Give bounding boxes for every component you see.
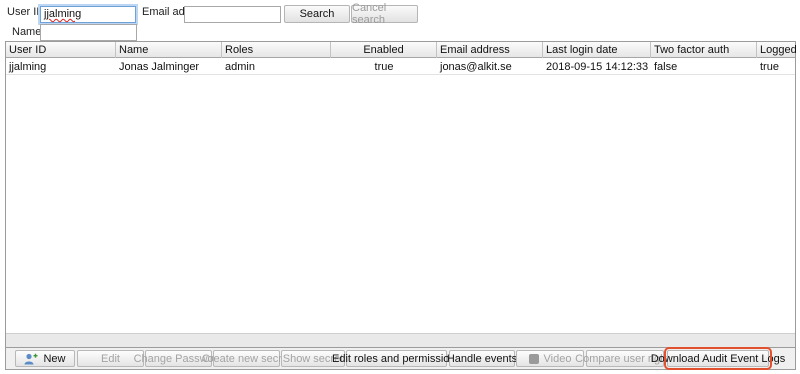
email-field[interactable]: [184, 6, 281, 23]
cell-enabled: true: [374, 61, 394, 73]
column-header-roles[interactable]: Roles: [222, 42, 331, 58]
cell-roles: admin: [225, 61, 255, 73]
column-header-two-factor[interactable]: Two factor auth: [651, 42, 757, 58]
handle-events-button[interactable]: Handle events: [447, 350, 517, 367]
download-audit-logs-button[interactable]: Download Audit Event Logs: [651, 347, 785, 370]
cell-name: Jonas Jalminger: [119, 61, 200, 73]
users-table: User ID Name Roles Enabled Email address…: [5, 41, 797, 348]
horizontal-scrollbar[interactable]: [6, 333, 795, 347]
column-header-logged-in[interactable]: Logged in: [757, 42, 797, 58]
video-icon: [528, 353, 539, 364]
name-field[interactable]: [40, 24, 137, 41]
new-label: New: [43, 352, 66, 365]
cell-user-id: jjalming: [9, 61, 47, 73]
cell-two-factor: false: [654, 61, 678, 73]
create-secret-button[interactable]: Create new secret: [202, 350, 291, 367]
table-row[interactable]: jjalming Jonas Jalminger admin true jona…: [6, 59, 795, 75]
video-label: Video: [543, 352, 572, 365]
video-button[interactable]: Video: [516, 350, 584, 367]
search-button[interactable]: Search: [284, 5, 350, 23]
user-id-value: jjalming: [44, 8, 82, 20]
column-header-enabled[interactable]: Enabled: [331, 42, 437, 58]
column-header-name[interactable]: Name: [116, 42, 222, 58]
new-user-button[interactable]: New: [15, 350, 75, 367]
cell-last-login: 2018-09-15 14:12:33: [546, 61, 649, 73]
table-header: User ID Name Roles Enabled Email address…: [6, 42, 797, 58]
edit-roles-button[interactable]: Edit roles and permissions: [332, 350, 461, 367]
column-header-last-login[interactable]: Last login date: [543, 42, 651, 58]
add-user-icon: [24, 353, 38, 365]
column-header-user-id[interactable]: User ID: [6, 42, 116, 58]
cell-logged-in: true: [760, 61, 779, 73]
cell-email: jonas@alkit.se: [440, 61, 512, 73]
bottom-toolbar: New Edit Change Password Create new secr…: [5, 347, 796, 370]
user-id-input[interactable]: jjalming: [40, 6, 136, 23]
cancel-search-button[interactable]: Cancel search: [351, 2, 418, 26]
column-header-email[interactable]: Email address: [437, 42, 543, 58]
